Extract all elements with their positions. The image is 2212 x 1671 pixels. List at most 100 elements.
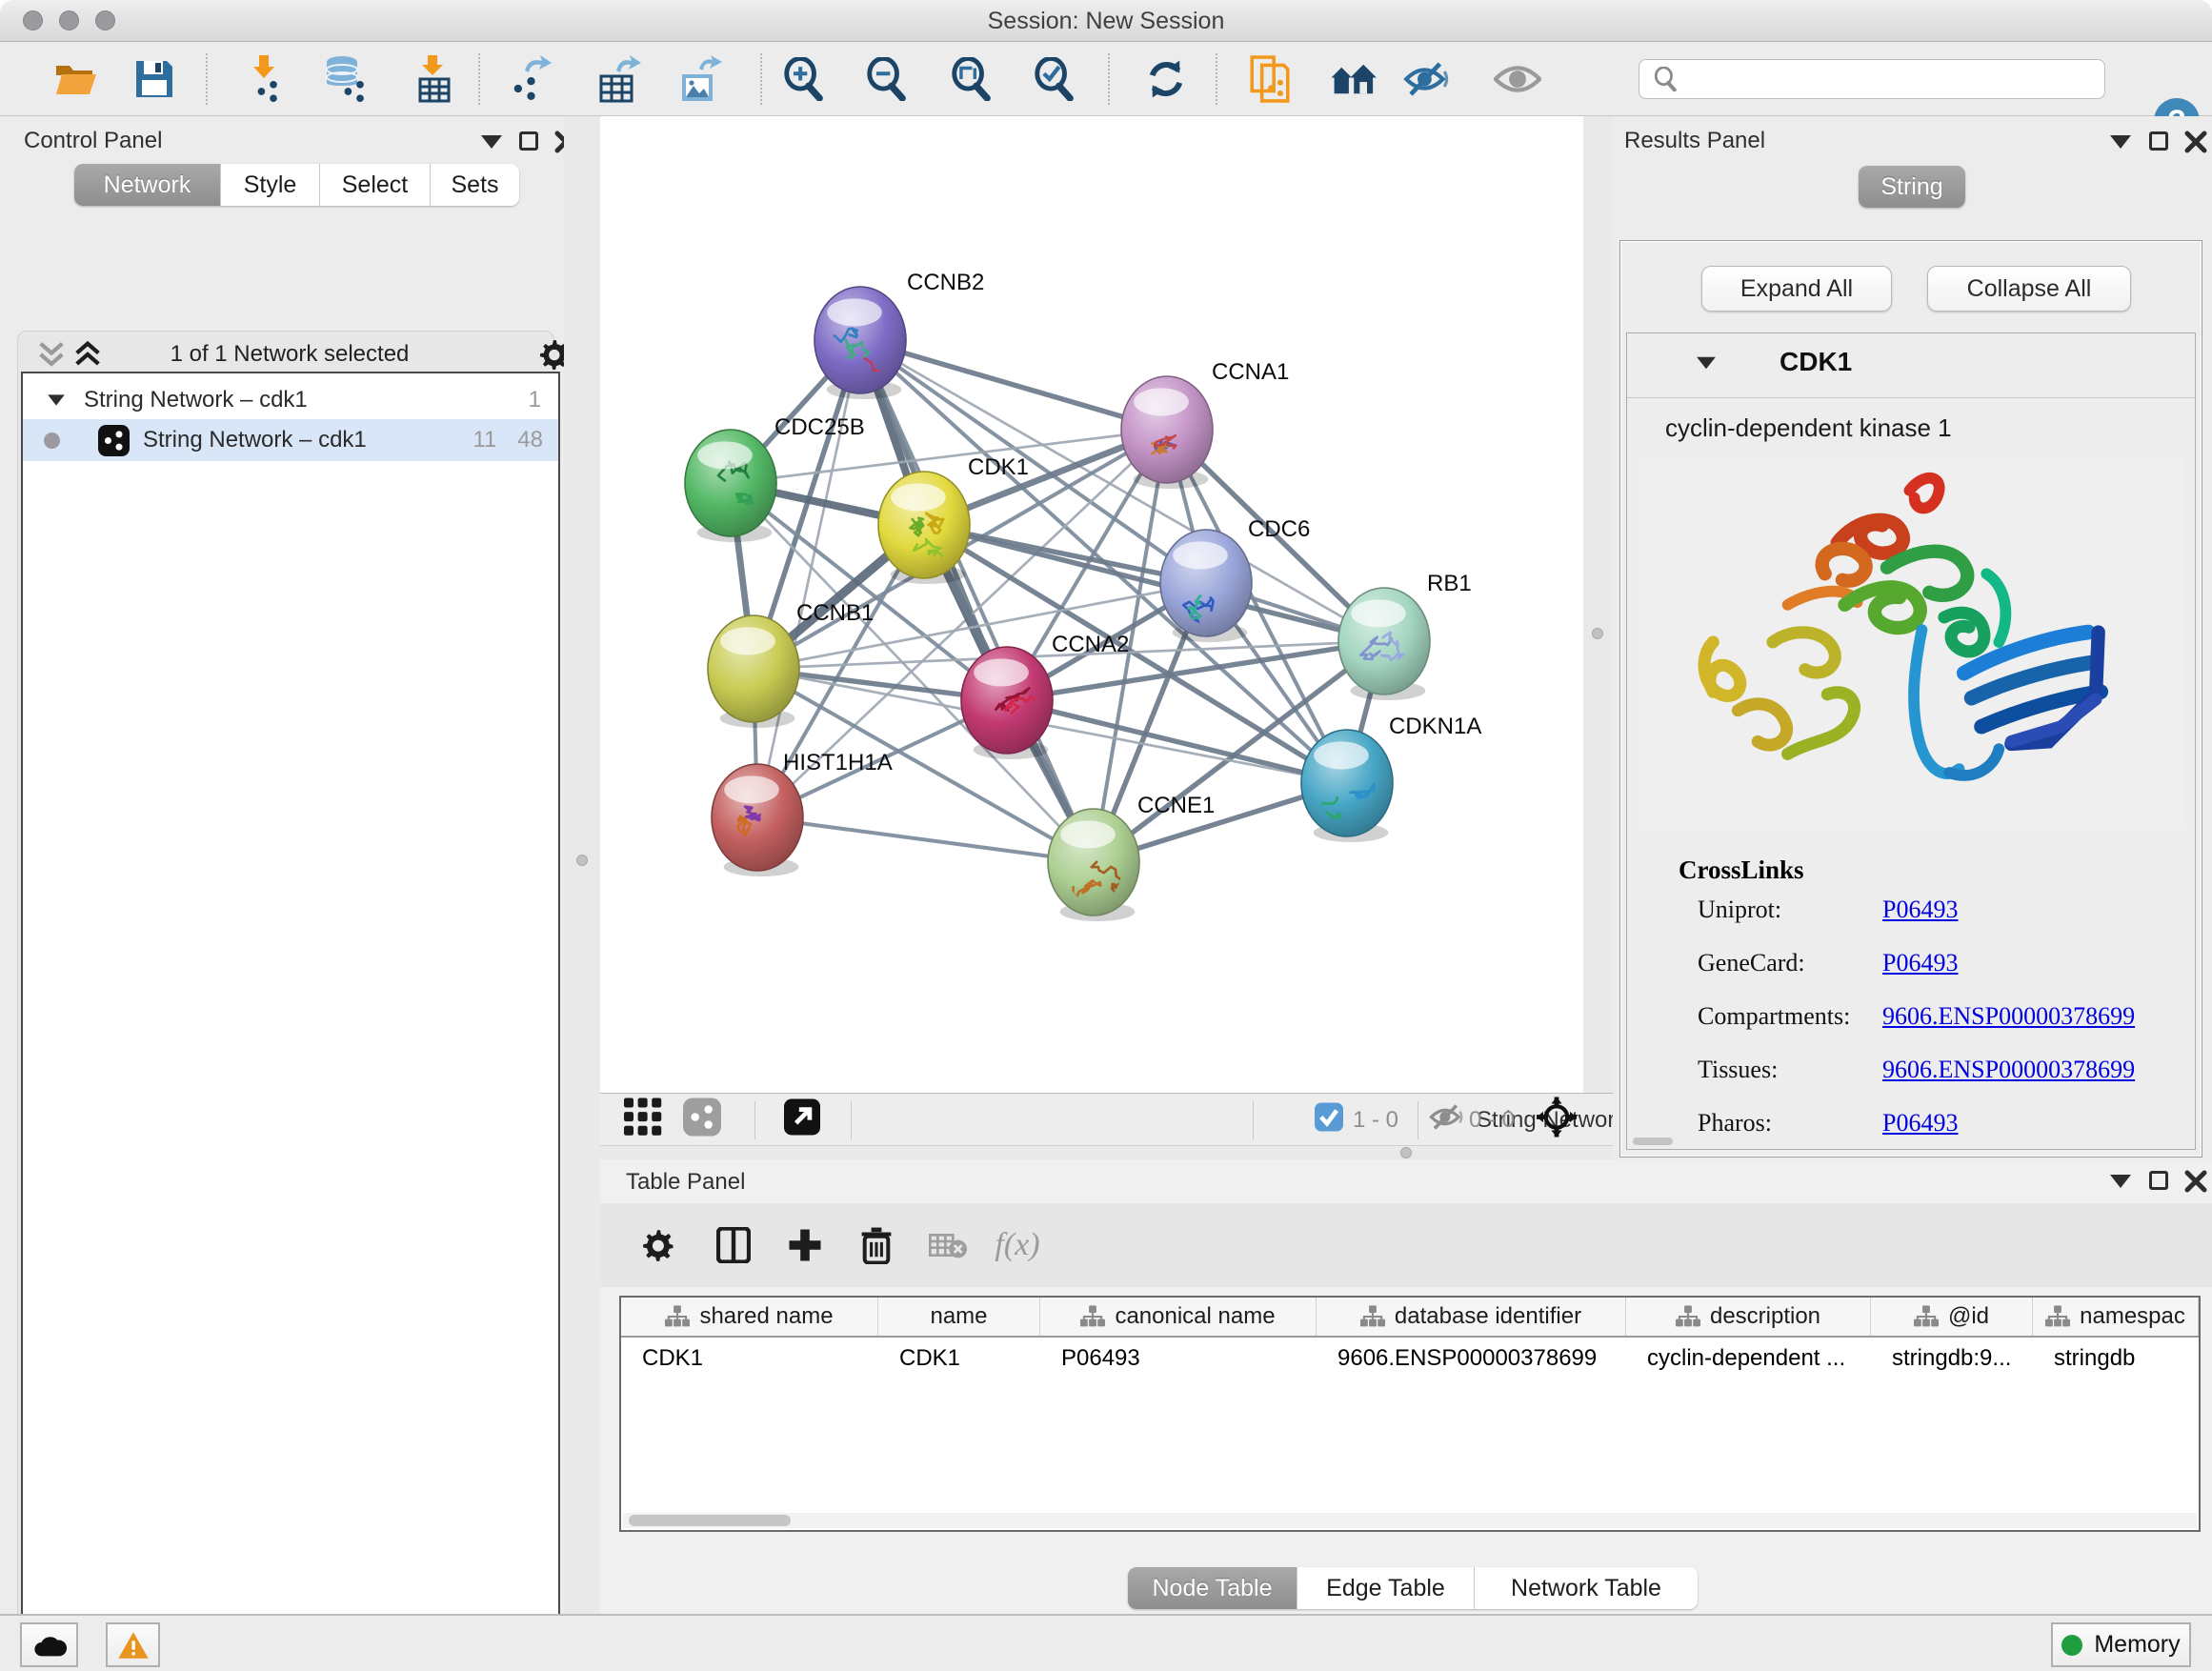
column-header[interactable]: namespac (2033, 1298, 2199, 1336)
save-session-button[interactable] (130, 54, 179, 104)
houses-icon (1330, 60, 1379, 98)
network-collection-row[interactable]: String Network – cdk1 1 (23, 379, 558, 421)
gear-icon[interactable] (640, 1228, 674, 1262)
zoom-fit-button[interactable] (946, 54, 995, 104)
splitter-handle[interactable] (1400, 1147, 1412, 1158)
tab-sets[interactable]: Sets (431, 164, 519, 206)
network-node-rb1[interactable]: RB1 (1338, 571, 1472, 700)
network-node-cdc6[interactable]: CDC6 (1160, 516, 1310, 642)
column-header[interactable]: shared name (621, 1298, 878, 1336)
tab-node-table[interactable]: Node Table (1128, 1567, 1297, 1609)
birdseye-toggle-button[interactable] (1537, 1097, 1577, 1142)
crosslink-link[interactable]: P06493 (1882, 949, 1958, 977)
function-builder-button[interactable]: f(x) (995, 1227, 1039, 1263)
memory-button[interactable]: Memory (2051, 1622, 2191, 1667)
network-edge[interactable] (860, 340, 1094, 862)
clone-network-button[interactable] (1245, 54, 1295, 104)
control-panel-title: Control Panel (24, 128, 162, 154)
warnings-button[interactable] (106, 1622, 160, 1667)
network-graph[interactable]: CCNB2CCNA1CDC25BCDK1CDC6RB1CCNB1CCNA2CDK… (600, 116, 1583, 1093)
detach-view-button[interactable] (784, 1099, 820, 1140)
splitter-handle[interactable] (576, 855, 588, 866)
table-hscrollbar[interactable] (623, 1513, 2197, 1528)
column-header[interactable]: description (1626, 1298, 1871, 1336)
results-scrollbar-thumb[interactable] (1633, 1137, 1673, 1145)
network-node-hist1h1a[interactable]: HIST1H1A (712, 750, 893, 876)
delete-column-icon[interactable] (860, 1226, 893, 1264)
column-header[interactable]: database identifier (1317, 1298, 1626, 1336)
table-row[interactable]: CDK1CDK1P064939606.ENSP00000378699cyclin… (621, 1338, 2199, 1379)
undock-panel-icon[interactable] (519, 131, 538, 151)
columns-icon[interactable] (716, 1227, 751, 1263)
collapse-all-button[interactable]: Collapse All (1927, 266, 2131, 312)
table-hscrollbar-thumb[interactable] (629, 1515, 791, 1526)
column-header[interactable]: name (878, 1298, 1040, 1336)
undock-panel-icon[interactable] (2149, 131, 2168, 151)
zoom-out-button[interactable] (861, 54, 911, 104)
expand-all-button[interactable]: Expand All (1701, 266, 1892, 312)
tab-select[interactable]: Select (320, 164, 431, 206)
left-splitter[interactable] (564, 116, 600, 1614)
tab-network[interactable]: Network (74, 164, 221, 206)
node-table: shared namenamecanonical namedatabase id… (619, 1296, 2201, 1532)
network-node-ccnb2[interactable]: CCNB2 (814, 270, 984, 399)
cloud-button[interactable] (20, 1622, 78, 1667)
network-edge[interactable] (757, 340, 860, 817)
crosslink-link[interactable]: 9606.ENSP00000378699 (1882, 1056, 2135, 1084)
close-panel-icon[interactable] (2184, 131, 2207, 153)
tab-edge-table[interactable]: Edge Table (1297, 1567, 1475, 1609)
table-cell[interactable]: stringdb:9... (1871, 1338, 2033, 1379)
add-column-icon[interactable] (788, 1228, 822, 1262)
table-cell[interactable]: P06493 (1040, 1338, 1317, 1379)
zoom-in-button[interactable] (778, 54, 828, 104)
network-node-cdc25b[interactable]: CDC25B (685, 414, 865, 542)
network-type-button[interactable] (683, 1098, 721, 1141)
open-session-button[interactable] (51, 54, 101, 104)
export-table-button[interactable] (594, 54, 644, 104)
column-header[interactable]: @id (1871, 1298, 2033, 1336)
right-splitter[interactable] (1583, 116, 1613, 1159)
float-panel-icon[interactable] (2110, 1175, 2131, 1188)
splitter-handle[interactable] (1592, 628, 1603, 639)
close-panel-icon[interactable] (2184, 1170, 2207, 1193)
network-node-cdk1[interactable]: CDK1 (878, 454, 1029, 584)
table-cell[interactable]: cyclin-dependent ... (1626, 1338, 1871, 1379)
column-header[interactable]: canonical name (1040, 1298, 1317, 1336)
network-view-canvas[interactable]: CCNB2CCNA1CDC25BCDK1CDC6RB1CCNB1CCNA2CDK… (600, 116, 1583, 1093)
export-network-button[interactable] (505, 54, 554, 104)
selected-checkbox[interactable] (1315, 1103, 1343, 1137)
crosslink-link[interactable]: P06493 (1882, 896, 1958, 924)
tab-string[interactable]: String (1859, 166, 1965, 208)
network-row-selected[interactable]: String Network – cdk1 11 48 (23, 419, 558, 461)
import-network-from-database-button[interactable] (320, 54, 370, 104)
delete-table-icon[interactable] (929, 1231, 967, 1259)
zoom-selected-button[interactable] (1029, 54, 1078, 104)
view-grid-button[interactable] (624, 1098, 662, 1141)
tree-expander-icon[interactable] (48, 394, 65, 405)
hidden-toggle[interactable] (1429, 1104, 1463, 1136)
table-cell[interactable]: 9606.ENSP00000378699 (1317, 1338, 1626, 1379)
show-all-button[interactable] (1493, 54, 1542, 104)
undock-panel-icon[interactable] (2149, 1171, 2168, 1190)
crosslink-link[interactable]: P06493 (1882, 1109, 1958, 1137)
tab-style[interactable]: Style (221, 164, 320, 206)
crosslink-link[interactable]: 9606.ENSP00000378699 (1882, 1002, 2135, 1031)
network-edge[interactable] (860, 340, 1167, 430)
search-input[interactable] (1678, 62, 2104, 96)
export-image-button[interactable] (675, 54, 725, 104)
import-table-button[interactable] (409, 54, 458, 104)
float-panel-icon[interactable] (481, 135, 502, 149)
tab-network-table[interactable]: Network Table (1475, 1567, 1698, 1609)
apply-layout-button[interactable] (1141, 54, 1191, 104)
import-network-button[interactable] (240, 54, 290, 104)
float-panel-icon[interactable] (2110, 135, 2131, 149)
table-cell[interactable]: stringdb (2033, 1338, 2199, 1379)
hide-selected-button[interactable] (1401, 54, 1451, 104)
network-edge[interactable] (757, 817, 1094, 862)
table-cell[interactable]: CDK1 (621, 1338, 878, 1379)
gene-section-header[interactable]: CDK1 (1627, 333, 2195, 398)
first-neighbors-button[interactable] (1330, 54, 1379, 104)
section-expander-icon[interactable] (1697, 357, 1716, 370)
network-node-cdkn1a[interactable]: CDKN1A (1301, 714, 1481, 842)
table-cell[interactable]: CDK1 (878, 1338, 1040, 1379)
